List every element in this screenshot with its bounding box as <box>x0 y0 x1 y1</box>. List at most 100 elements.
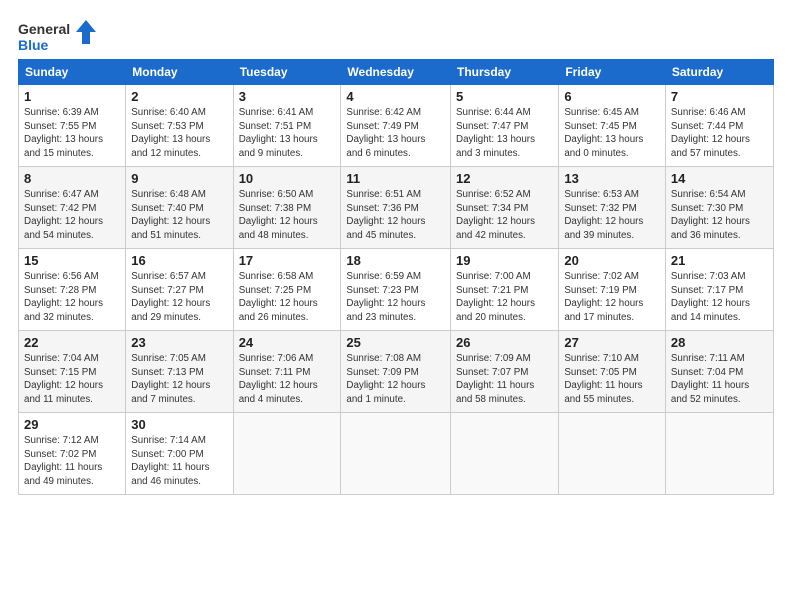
svg-text:Blue: Blue <box>18 37 49 53</box>
calendar-page: General Blue SundayMondayTuesdayWednesda… <box>0 0 792 612</box>
day-number: 26 <box>456 335 553 350</box>
day-info: Sunrise: 6:42 AM Sunset: 7:49 PM Dayligh… <box>346 106 445 161</box>
calendar-week-3: 15 Sunrise: 6:56 AM Sunset: 7:28 PM Dayli… <box>19 249 774 331</box>
calendar-week-4: 22 Sunrise: 7:04 AM Sunset: 7:15 PM Dayli… <box>19 331 774 413</box>
day-info: Sunrise: 6:46 AM Sunset: 7:44 PM Dayligh… <box>671 106 768 161</box>
calendar-cell <box>341 413 451 495</box>
day-info: Sunrise: 6:54 AM Sunset: 7:30 PM Dayligh… <box>671 188 768 243</box>
day-info: Sunrise: 6:39 AM Sunset: 7:55 PM Dayligh… <box>24 106 120 161</box>
day-info: Sunrise: 6:52 AM Sunset: 7:34 PM Dayligh… <box>456 188 553 243</box>
day-number: 15 <box>24 253 120 268</box>
day-number: 23 <box>131 335 227 350</box>
day-info: Sunrise: 7:02 AM Sunset: 7:19 PM Dayligh… <box>564 270 660 325</box>
day-number: 10 <box>239 171 336 186</box>
calendar-cell: 8 Sunrise: 6:47 AM Sunset: 7:42 PM Daylig… <box>19 167 126 249</box>
calendar-cell: 14 Sunrise: 6:54 AM Sunset: 7:30 PM Dayli… <box>665 167 773 249</box>
calendar-cell: 7 Sunrise: 6:46 AM Sunset: 7:44 PM Daylig… <box>665 85 773 167</box>
day-info: Sunrise: 6:47 AM Sunset: 7:42 PM Dayligh… <box>24 188 120 243</box>
day-info: Sunrise: 6:45 AM Sunset: 7:45 PM Dayligh… <box>564 106 660 161</box>
day-number: 22 <box>24 335 120 350</box>
calendar-cell: 28 Sunrise: 7:11 AM Sunset: 7:04 PM Dayli… <box>665 331 773 413</box>
day-number: 3 <box>239 89 336 104</box>
day-number: 19 <box>456 253 553 268</box>
day-number: 7 <box>671 89 768 104</box>
day-number: 28 <box>671 335 768 350</box>
calendar-cell: 10 Sunrise: 6:50 AM Sunset: 7:38 PM Dayli… <box>233 167 341 249</box>
calendar-header-row: SundayMondayTuesdayWednesdayThursdayFrid… <box>19 60 774 85</box>
day-number: 18 <box>346 253 445 268</box>
day-number: 25 <box>346 335 445 350</box>
day-info: Sunrise: 7:14 AM Sunset: 7:00 PM Dayligh… <box>131 434 227 489</box>
svg-text:General: General <box>18 21 70 37</box>
day-info: Sunrise: 7:05 AM Sunset: 7:13 PM Dayligh… <box>131 352 227 407</box>
calendar-cell: 2Sunrise: 6:40 AM Sunset: 7:53 PM Daylig… <box>126 85 233 167</box>
day-number: 8 <box>24 171 120 186</box>
calendar-cell: 5Sunrise: 6:44 AM Sunset: 7:47 PM Daylig… <box>451 85 559 167</box>
day-number: 24 <box>239 335 336 350</box>
day-number: 14 <box>671 171 768 186</box>
day-number: 1 <box>24 89 120 104</box>
calendar-cell: 18Sunrise: 6:59 AM Sunset: 7:23 PM Dayli… <box>341 249 451 331</box>
calendar-cell: 30 Sunrise: 7:14 AM Sunset: 7:00 PM Dayli… <box>126 413 233 495</box>
calendar-cell: 20 Sunrise: 7:02 AM Sunset: 7:19 PM Dayli… <box>559 249 666 331</box>
calendar-cell: 29 Sunrise: 7:12 AM Sunset: 7:02 PM Dayli… <box>19 413 126 495</box>
calendar-cell: 27 Sunrise: 7:10 AM Sunset: 7:05 PM Dayli… <box>559 331 666 413</box>
calendar-cell: 21 Sunrise: 7:03 AM Sunset: 7:17 PM Dayli… <box>665 249 773 331</box>
logo: General Blue <box>18 18 98 53</box>
day-number: 17 <box>239 253 336 268</box>
day-number: 21 <box>671 253 768 268</box>
day-number: 29 <box>24 417 120 432</box>
column-header-saturday: Saturday <box>665 60 773 85</box>
column-header-thursday: Thursday <box>451 60 559 85</box>
day-number: 30 <box>131 417 227 432</box>
calendar-cell: 1 Sunrise: 6:39 AM Sunset: 7:55 PM Daylig… <box>19 85 126 167</box>
column-header-tuesday: Tuesday <box>233 60 341 85</box>
calendar-cell: 26 Sunrise: 7:09 AM Sunset: 7:07 PM Dayli… <box>451 331 559 413</box>
calendar-cell <box>233 413 341 495</box>
calendar-cell: 19 Sunrise: 7:00 AM Sunset: 7:21 PM Dayli… <box>451 249 559 331</box>
day-info: Sunrise: 6:50 AM Sunset: 7:38 PM Dayligh… <box>239 188 336 243</box>
day-number: 4 <box>346 89 445 104</box>
calendar-week-5: 29 Sunrise: 7:12 AM Sunset: 7:02 PM Dayli… <box>19 413 774 495</box>
calendar-cell: 6 Sunrise: 6:45 AM Sunset: 7:45 PM Daylig… <box>559 85 666 167</box>
column-header-sunday: Sunday <box>19 60 126 85</box>
day-info: Sunrise: 7:12 AM Sunset: 7:02 PM Dayligh… <box>24 434 120 489</box>
day-info: Sunrise: 7:11 AM Sunset: 7:04 PM Dayligh… <box>671 352 768 407</box>
logo-icon: General Blue <box>18 18 98 53</box>
day-info: Sunrise: 6:48 AM Sunset: 7:40 PM Dayligh… <box>131 188 227 243</box>
day-number: 16 <box>131 253 227 268</box>
day-info: Sunrise: 7:06 AM Sunset: 7:11 PM Dayligh… <box>239 352 336 407</box>
day-info: Sunrise: 7:04 AM Sunset: 7:15 PM Dayligh… <box>24 352 120 407</box>
day-info: Sunrise: 7:09 AM Sunset: 7:07 PM Dayligh… <box>456 352 553 407</box>
calendar-cell: 3 Sunrise: 6:41 AM Sunset: 7:51 PM Daylig… <box>233 85 341 167</box>
calendar-cell <box>665 413 773 495</box>
calendar-cell: 22 Sunrise: 7:04 AM Sunset: 7:15 PM Dayli… <box>19 331 126 413</box>
day-number: 5 <box>456 89 553 104</box>
day-info: Sunrise: 7:03 AM Sunset: 7:17 PM Dayligh… <box>671 270 768 325</box>
day-number: 27 <box>564 335 660 350</box>
calendar-cell: 25 Sunrise: 7:08 AM Sunset: 7:09 PM Dayli… <box>341 331 451 413</box>
day-info: Sunrise: 7:08 AM Sunset: 7:09 PM Dayligh… <box>346 352 445 407</box>
day-info: Sunrise: 6:58 AM Sunset: 7:25 PM Dayligh… <box>239 270 336 325</box>
day-info: Sunrise: 6:56 AM Sunset: 7:28 PM Dayligh… <box>24 270 120 325</box>
day-info: Sunrise: 6:51 AM Sunset: 7:36 PM Dayligh… <box>346 188 445 243</box>
calendar-cell: 15 Sunrise: 6:56 AM Sunset: 7:28 PM Dayli… <box>19 249 126 331</box>
calendar-week-2: 8 Sunrise: 6:47 AM Sunset: 7:42 PM Daylig… <box>19 167 774 249</box>
day-info: Sunrise: 7:00 AM Sunset: 7:21 PM Dayligh… <box>456 270 553 325</box>
day-number: 12 <box>456 171 553 186</box>
day-info: Sunrise: 6:41 AM Sunset: 7:51 PM Dayligh… <box>239 106 336 161</box>
calendar-cell: 12 Sunrise: 6:52 AM Sunset: 7:34 PM Dayli… <box>451 167 559 249</box>
calendar-cell: 4 Sunrise: 6:42 AM Sunset: 7:49 PM Daylig… <box>341 85 451 167</box>
day-number: 11 <box>346 171 445 186</box>
day-number: 2 <box>131 89 227 104</box>
day-number: 20 <box>564 253 660 268</box>
calendar-table: SundayMondayTuesdayWednesdayThursdayFrid… <box>18 59 774 495</box>
calendar-week-1: 1 Sunrise: 6:39 AM Sunset: 7:55 PM Daylig… <box>19 85 774 167</box>
day-number: 6 <box>564 89 660 104</box>
calendar-cell <box>451 413 559 495</box>
column-header-friday: Friday <box>559 60 666 85</box>
day-info: Sunrise: 7:10 AM Sunset: 7:05 PM Dayligh… <box>564 352 660 407</box>
day-number: 13 <box>564 171 660 186</box>
day-number: 9 <box>131 171 227 186</box>
calendar-cell: 13Sunrise: 6:53 AM Sunset: 7:32 PM Dayli… <box>559 167 666 249</box>
